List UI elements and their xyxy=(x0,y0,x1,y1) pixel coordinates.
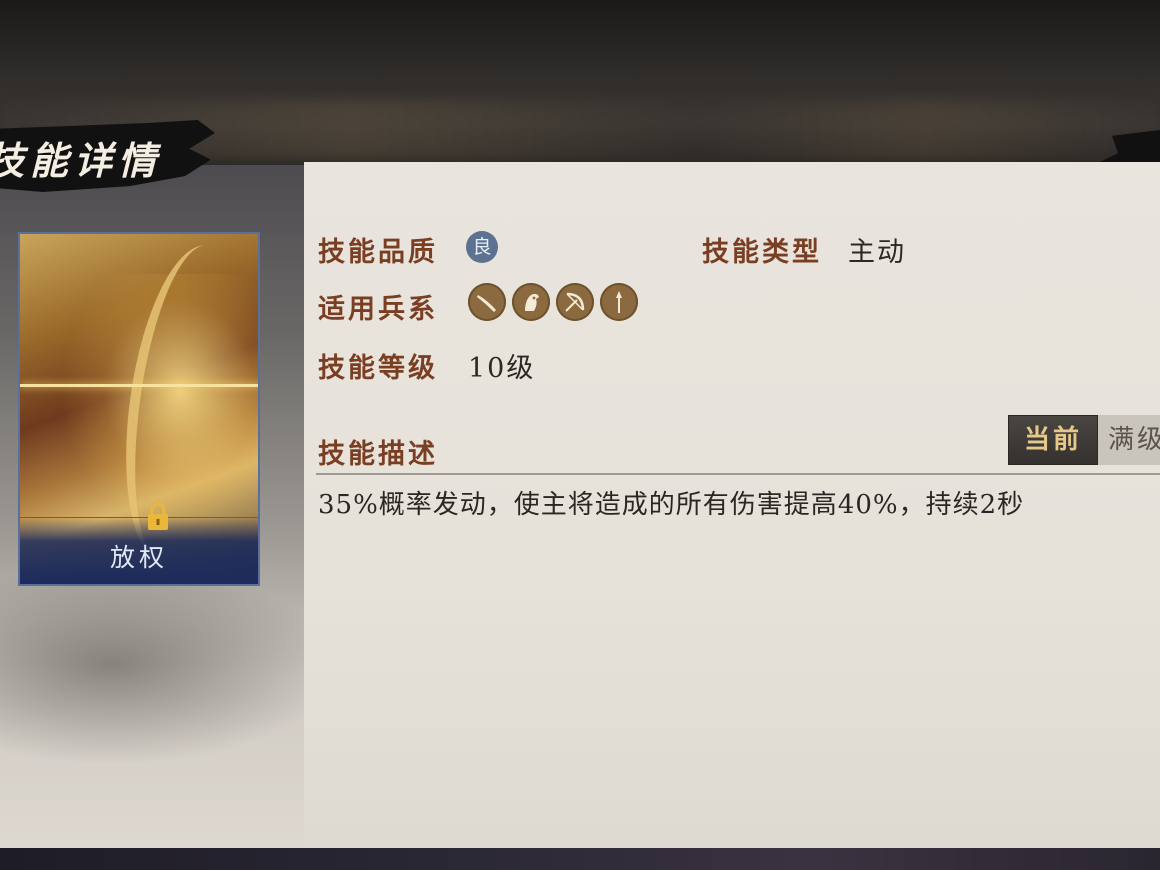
level-label: 技能等级 xyxy=(318,353,438,384)
archer-bow-icon xyxy=(556,283,594,321)
troops-label: 适用兵系 xyxy=(318,294,438,325)
quality-label: 技能品质 xyxy=(318,237,438,268)
description-label: 技能描述 xyxy=(318,439,438,470)
description-divider xyxy=(316,473,1160,475)
level-value: 10级 xyxy=(468,353,536,384)
card-arrow-art xyxy=(20,384,258,387)
tab-max-level[interactable]: 满级 xyxy=(1098,415,1160,465)
quality-badge: 良 xyxy=(466,231,498,263)
skill-card: 放权 xyxy=(18,232,260,586)
skill-name: 放权 xyxy=(109,543,168,572)
description-text: 35%概率发动，使主将造成的所有伤害提高40%，持续2秒 xyxy=(318,490,1025,520)
bottom-background xyxy=(0,848,1160,870)
type-label: 技能类型 xyxy=(702,237,822,268)
cavalry-horse-icon xyxy=(512,283,550,321)
tab-current-level[interactable]: 当前 xyxy=(1008,415,1098,465)
spear-icon xyxy=(600,283,638,321)
type-value: 主动 xyxy=(848,237,906,268)
page-title: 技能详情 xyxy=(0,138,163,183)
lock-icon xyxy=(148,502,168,530)
infantry-blade-icon xyxy=(468,283,506,321)
